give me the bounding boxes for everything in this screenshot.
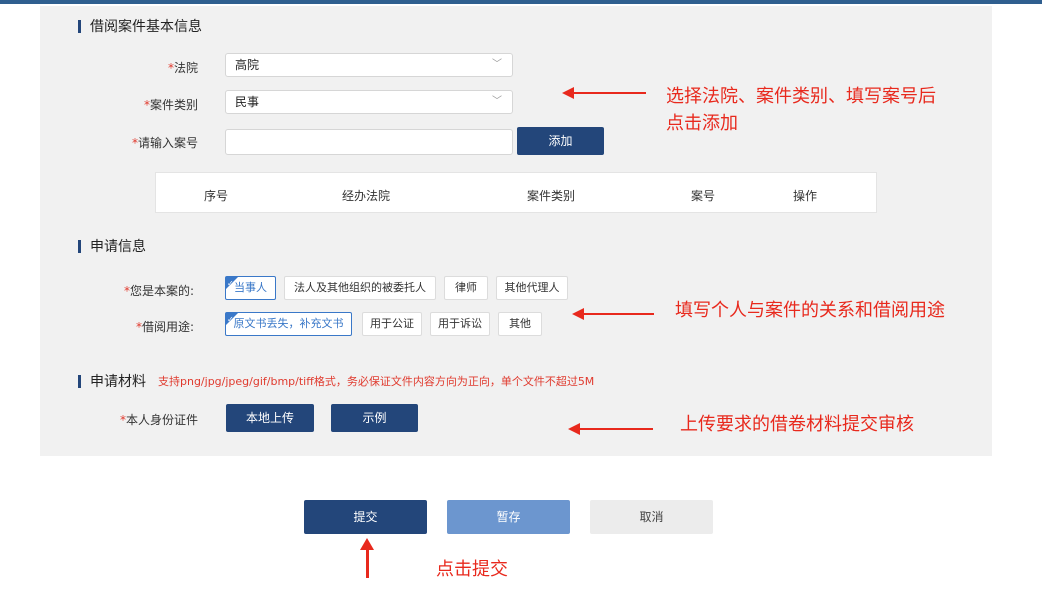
id-document-label: *本人身份证件 — [119, 413, 198, 427]
case-type-select[interactable]: 民事 ﹀ — [225, 90, 513, 114]
case-number-input[interactable] — [225, 129, 513, 155]
chevron-down-icon: ﹀ — [492, 96, 502, 107]
purpose-label: *借阅用途: — [135, 320, 194, 334]
annotation-arrow-left — [562, 87, 646, 99]
annotation-arrow-left — [572, 308, 654, 320]
case-type-select-value: 民事 — [235, 95, 260, 109]
table-header-actions: 操作 — [793, 189, 818, 203]
check-icon: ✓ — [227, 279, 234, 288]
local-upload-button[interactable]: 本地上传 — [226, 404, 314, 432]
annotation-arrow-up — [360, 538, 374, 578]
section-marker — [78, 239, 81, 253]
cancel-button[interactable]: 取消 — [590, 500, 713, 534]
case-table: 序号 经办法院 案件类别 案号 操作 — [155, 172, 877, 213]
role-option-other-agent[interactable]: 其他代理人 — [496, 276, 568, 300]
submit-button[interactable]: 提交 — [304, 500, 427, 534]
table-header-case-type: 案件类别 — [527, 189, 576, 203]
top-border — [0, 0, 1042, 4]
section-marker — [78, 19, 81, 33]
case-type-label: *案件类别 — [143, 98, 198, 112]
check-icon: ✓ — [227, 315, 234, 324]
save-draft-button[interactable]: 暂存 — [447, 500, 570, 534]
annotation-select-court: 选择法院、案件类别、填写案号后 点击添加 — [666, 86, 936, 134]
section-basic-info-title: 借阅案件基本信息 — [78, 16, 202, 36]
table-header-court: 经办法院 — [342, 189, 391, 203]
court-label: *法院 — [167, 61, 198, 75]
purpose-option-other[interactable]: 其他 — [498, 312, 542, 336]
annotation-fill-relation: 填写个人与案件的关系和借阅用途 — [675, 300, 945, 321]
purpose-option-litigation[interactable]: 用于诉讼 — [430, 312, 490, 336]
purpose-option-notarization[interactable]: 用于公证 — [362, 312, 422, 336]
material-format-note: 支持png/jpg/jpeg/gif/bmp/tiff格式，务必保证文件内容方向… — [158, 375, 595, 388]
section-apply-label: 申请信息 — [90, 239, 146, 255]
section-marker — [78, 374, 81, 388]
section-material-label: 申请材料 — [90, 374, 146, 390]
role-option-lawyer[interactable]: 律师 — [444, 276, 488, 300]
case-number-label: *请输入案号 — [131, 136, 198, 150]
annotation-click-submit: 点击提交 — [436, 559, 508, 580]
role-option-party[interactable]: ✓ 当事人 — [225, 276, 276, 300]
annotation-upload-material: 上传要求的借卷材料提交审核 — [680, 414, 914, 435]
add-button[interactable]: 添加 — [517, 127, 604, 155]
role-option-entrusted[interactable]: 法人及其他组织的被委托人 — [284, 276, 436, 300]
section-apply-title: 申请信息 — [78, 236, 146, 256]
annotation-arrow-left — [568, 423, 653, 435]
chevron-down-icon: ﹀ — [492, 59, 502, 70]
court-select-value: 高院 — [235, 58, 260, 72]
table-header-index: 序号 — [204, 189, 229, 203]
purpose-option-lost-document[interactable]: ✓ 原文书丢失，补充文书 — [225, 312, 352, 336]
example-button[interactable]: 示例 — [331, 404, 418, 432]
court-select[interactable]: 高院 ﹀ — [225, 53, 513, 77]
section-basic-info-label: 借阅案件基本信息 — [90, 19, 202, 35]
role-label: *您是本案的: — [123, 284, 194, 298]
section-material-title: 申请材料 支持png/jpg/jpeg/gif/bmp/tiff格式，务必保证文… — [78, 371, 594, 391]
table-header-case-number: 案号 — [691, 189, 716, 203]
